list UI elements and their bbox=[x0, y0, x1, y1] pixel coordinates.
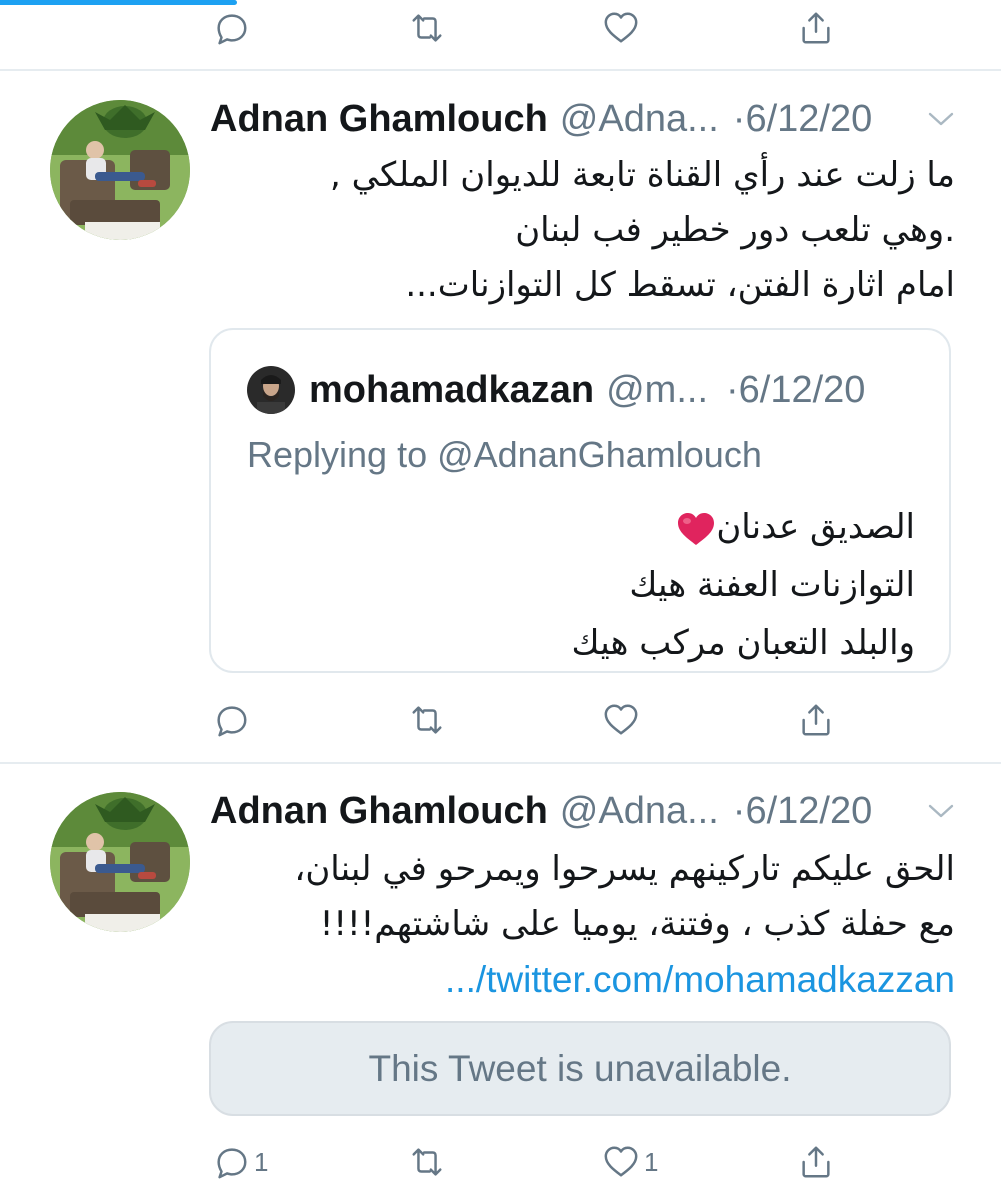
quoted-line-text: الصديق عدنان bbox=[716, 507, 915, 547]
quoted-line: التوازنات العفنة هيك bbox=[629, 565, 915, 605]
reply-button[interactable] bbox=[212, 690, 250, 750]
retweet-button[interactable] bbox=[408, 1132, 446, 1192]
reply-icon bbox=[212, 1143, 250, 1181]
avatar[interactable] bbox=[50, 100, 190, 240]
quoted-line: الصديق عدنان bbox=[572, 498, 915, 556]
replying-to: Replying to @AdnanGhamlouch bbox=[247, 434, 762, 475]
reply-icon bbox=[212, 701, 250, 739]
tweet-link[interactable]: .../twitter.com/mohamadkazzan bbox=[210, 952, 955, 1007]
divider bbox=[0, 762, 1001, 764]
reply-button[interactable] bbox=[212, 0, 250, 58]
separator: · bbox=[732, 97, 746, 140]
like-button[interactable] bbox=[602, 0, 640, 58]
author-name[interactable]: Adnan Ghamlouch bbox=[210, 98, 548, 141]
retweet-icon bbox=[408, 701, 446, 739]
tweet-header: Adnan Ghamlouch @Adna... · 6/12/20 bbox=[210, 786, 961, 836]
retweet-icon bbox=[408, 1143, 446, 1181]
tweet-actions: 1 1 bbox=[0, 1132, 1001, 1192]
tweet-actions bbox=[0, 690, 1001, 750]
tweet-text: الحق عليكم تاركينهم يسرحوا ويمرحو في لبن… bbox=[210, 842, 955, 1007]
tweet-line: ما زلت عند رأي القناة تابعة للديوان المل… bbox=[330, 155, 955, 195]
separator: · bbox=[726, 368, 739, 411]
retweet-button[interactable] bbox=[408, 0, 446, 58]
tweet-line: الحق عليكم تاركينهم يسرحوا ويمرحو في لبن… bbox=[294, 849, 955, 889]
red-heart-emoji-icon bbox=[676, 511, 716, 547]
quoted-tweet-text: الصديق عدنان التوازنات العفنة هيك والبلد… bbox=[572, 498, 915, 672]
share-icon bbox=[797, 701, 835, 739]
author-handle[interactable]: @Adna... bbox=[560, 98, 719, 141]
tweet-date[interactable]: 6/12/20 bbox=[745, 790, 872, 833]
divider bbox=[0, 69, 1001, 71]
quoted-author-handle: @m... bbox=[606, 368, 708, 411]
heart-icon bbox=[602, 1143, 640, 1181]
like-button[interactable] bbox=[602, 690, 640, 750]
like-count: 1 bbox=[644, 1146, 659, 1177]
share-icon bbox=[797, 9, 835, 47]
tweet-line: .وهي تلعب دور خطير فب لبنان bbox=[515, 210, 955, 250]
like-button[interactable]: 1 bbox=[602, 1132, 658, 1192]
tweet-line: امام اثارة الفتن، تسقط كل التوازنات... bbox=[405, 265, 955, 305]
share-button[interactable] bbox=[797, 1132, 835, 1192]
previous-tweet-actions bbox=[0, 0, 1001, 60]
retweet-icon bbox=[408, 9, 446, 47]
retweet-button[interactable] bbox=[408, 690, 446, 750]
tweet-line: مع حفلة كذب ، وفتنة، يوميا على شاشتهم!!!… bbox=[319, 904, 955, 944]
unavailable-quote: This Tweet is unavailable. bbox=[209, 1021, 951, 1116]
quoted-avatar bbox=[247, 366, 295, 414]
reply-count: 1 bbox=[254, 1146, 269, 1177]
tweet-text: ما زلت عند رأي القناة تابعة للديوان المل… bbox=[210, 148, 955, 313]
separator: · bbox=[732, 789, 746, 832]
chevron-down-icon[interactable] bbox=[927, 800, 955, 822]
quoted-author-name: mohamadkazan bbox=[309, 368, 595, 411]
quoted-tweet-date: 6/12/20 bbox=[738, 368, 866, 411]
share-button[interactable] bbox=[797, 690, 835, 750]
author-name[interactable]: Adnan Ghamlouch bbox=[210, 790, 548, 833]
author-handle[interactable]: @Adna... bbox=[560, 790, 719, 833]
share-icon bbox=[797, 1143, 835, 1181]
quoted-line: والبلد التعبان مركب هيك bbox=[571, 623, 915, 663]
reply-button[interactable]: 1 bbox=[212, 1132, 268, 1192]
heart-icon bbox=[602, 9, 640, 47]
heart-icon bbox=[602, 701, 640, 739]
share-button[interactable] bbox=[797, 0, 835, 58]
tweet-date[interactable]: 6/12/20 bbox=[745, 98, 872, 141]
avatar[interactable] bbox=[50, 792, 190, 932]
reply-icon bbox=[212, 9, 250, 47]
quoted-tweet[interactable]: mohamadkazan @m... · 6/12/20 Replying to… bbox=[209, 328, 951, 673]
tweet-header: Adnan Ghamlouch @Adna... · 6/12/20 bbox=[210, 94, 961, 144]
quoted-tweet-header: mohamadkazan @m... · 6/12/20 bbox=[247, 366, 865, 414]
chevron-down-icon[interactable] bbox=[927, 108, 955, 130]
